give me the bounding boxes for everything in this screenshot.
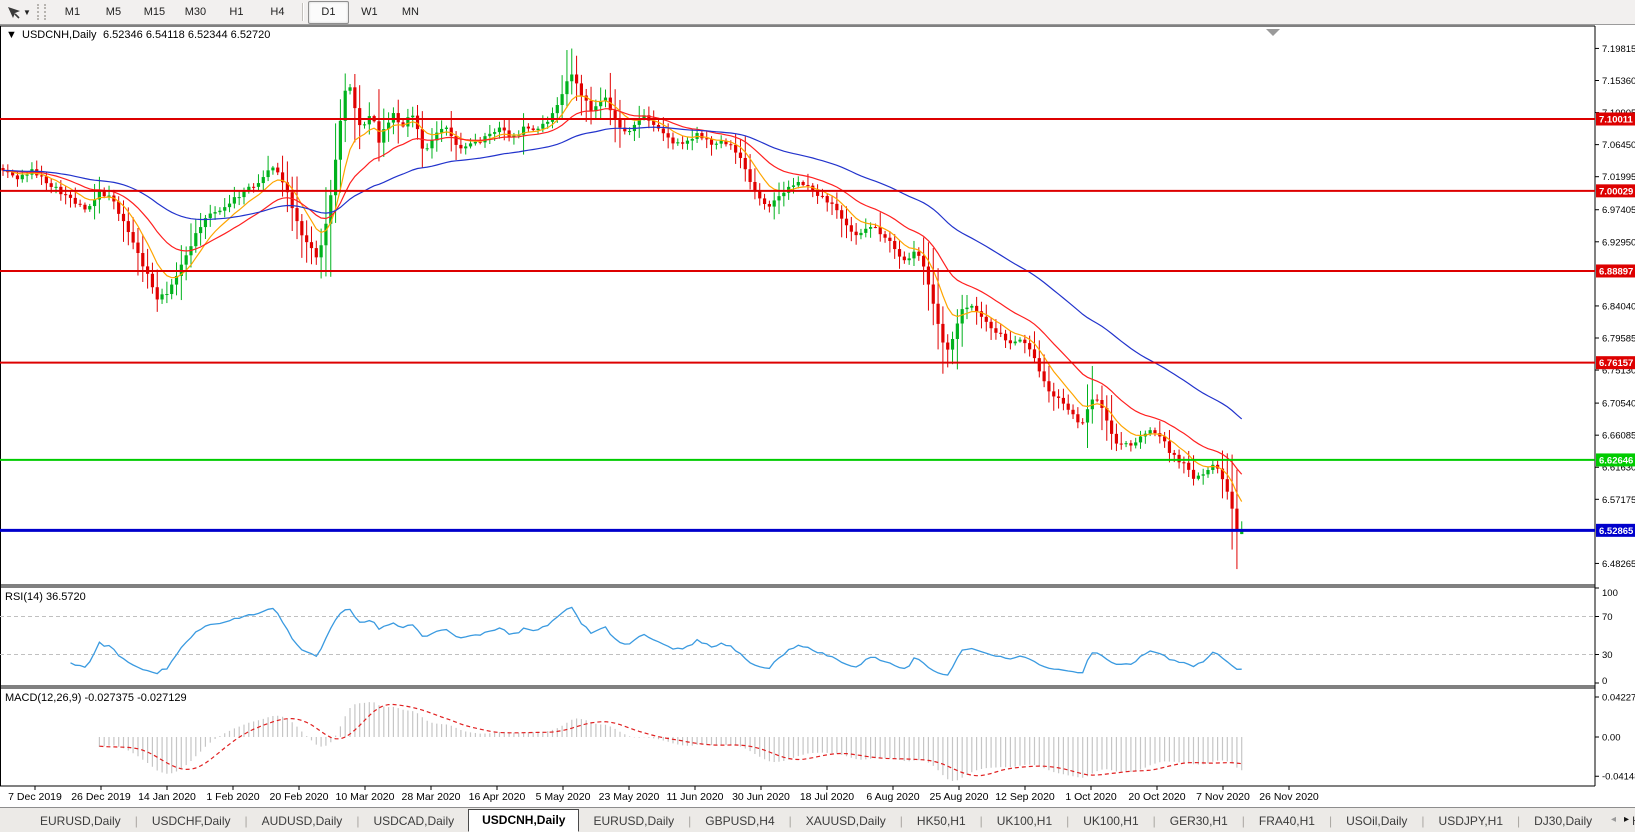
- date-tick-label: 7 Dec 2019: [8, 791, 62, 803]
- chart-tab-audusd-daily[interactable]: AUDUSD,Daily: [248, 810, 357, 832]
- date-tick-label: 30 Jun 2020: [732, 791, 790, 803]
- date-tick-label: 28 Mar 2020: [402, 791, 461, 803]
- date-tick-label: 26 Dec 2019: [71, 791, 131, 803]
- price-tick-label: 6.92950: [1602, 237, 1635, 248]
- tab-scroll-left-icon[interactable]: ◂: [1611, 815, 1616, 825]
- date-tick-label: 18 Jul 2020: [800, 791, 854, 803]
- date-tick-label: 12 Sep 2020: [995, 791, 1055, 803]
- date-axis[interactable]: 7 Dec 2019 26 Dec 2019 14 Jan 2020 1 Feb 20…: [8, 786, 1319, 803]
- date-tick-label: 10 Mar 2020: [336, 791, 395, 803]
- chart-title-symbol: USDCNH,Daily: [22, 29, 97, 41]
- timeframe-button-m1[interactable]: M1: [52, 1, 93, 24]
- macd-tick-label: 0.042275: [1602, 692, 1635, 703]
- price-level-badge: 6.88897: [1599, 266, 1633, 277]
- price-tick-label: 7.19815: [1602, 44, 1635, 55]
- chevron-down-icon[interactable]: ▼: [23, 8, 31, 17]
- date-tick-label: 14 Jan 2020: [138, 791, 196, 803]
- date-tick-label: 20 Oct 2020: [1128, 791, 1185, 803]
- date-tick-label: 23 May 2020: [599, 791, 660, 803]
- price-level-badge: 6.76157: [1599, 358, 1633, 369]
- moving-average-lines: [3, 96, 1242, 502]
- price-level-badge: 7.00029: [1599, 186, 1633, 197]
- price-tick-label: 6.48265: [1602, 559, 1635, 570]
- price-tick-label: 6.57175: [1602, 495, 1635, 506]
- macd-tick-label: -0.04148: [1602, 772, 1635, 783]
- chart-tab-usdcnh-daily[interactable]: USDCNH,Daily: [468, 809, 579, 832]
- date-tick-label: 26 Nov 2020: [1259, 791, 1319, 803]
- chart-shift-marker[interactable]: [1266, 29, 1280, 36]
- chart-tab-hk50-h1[interactable]: HK50,H1: [903, 810, 980, 832]
- chart-tab-uk100-h1[interactable]: UK100,H1: [1069, 810, 1152, 832]
- price-tick-label: 7.15360: [1602, 76, 1635, 87]
- timeframe-button-h1[interactable]: H1: [216, 1, 257, 24]
- date-tick-label: 16 Apr 2020: [469, 791, 526, 803]
- price-tick-label: 7.01995: [1602, 172, 1635, 183]
- timeframe-button-m15[interactable]: M15: [134, 1, 175, 24]
- timeframe-button-d1[interactable]: D1: [308, 1, 349, 24]
- price-tick-label: 7.06450: [1602, 140, 1635, 151]
- chart-tab-eurusd-daily[interactable]: EURUSD,Daily: [26, 810, 135, 832]
- tab-scroll-right-icon[interactable]: ▸: [1624, 815, 1629, 825]
- timeframe-button-m30[interactable]: M30: [175, 1, 216, 24]
- price-tick-label: 6.79585: [1602, 333, 1635, 344]
- date-tick-label: 1 Oct 2020: [1065, 791, 1117, 803]
- chart-tab-usoil-daily[interactable]: USOil,Daily: [1332, 810, 1421, 832]
- chart-tab-fra40-h1[interactable]: FRA40,H1: [1245, 810, 1329, 832]
- rsi-tick-label: 30: [1602, 650, 1613, 661]
- macd-tick-label: 0.00: [1602, 733, 1621, 744]
- price-tick-label: 6.84040: [1602, 301, 1635, 312]
- tab-scroll-controls: ◂ ▸: [1607, 808, 1633, 832]
- chart-tab-uk100-h1[interactable]: UK100,H1: [983, 810, 1066, 832]
- timeframe-button-h4[interactable]: H4: [257, 1, 298, 24]
- price-level-badge: 6.62646: [1599, 455, 1633, 466]
- rsi-panel: 100 70 30 0: [0, 588, 1618, 687]
- toolbar-grip-handle[interactable]: [37, 4, 46, 20]
- price-tick-label: 6.97405: [1602, 205, 1635, 216]
- date-tick-label: 11 Jun 2020: [666, 791, 723, 803]
- toolbar: ▼ M1M5M15M30H1H4 D1W1MN: [0, 0, 1635, 25]
- price-tick-label: 6.70540: [1602, 399, 1635, 410]
- macd-label: MACD(12,26,9) -0.027375 -0.027129: [5, 692, 187, 704]
- price-tick-label: 6.66085: [1602, 431, 1635, 442]
- chart-tab-xauusd-daily[interactable]: XAUUSD,Daily: [792, 810, 900, 832]
- rsi-tick-label: 70: [1602, 612, 1613, 623]
- chart-tab-dj30-daily[interactable]: DJ30,Daily: [1520, 810, 1606, 832]
- chart-tab-bar: EURUSD,Daily|USDCHF,Daily|AUDUSD,Daily|U…: [0, 807, 1635, 832]
- price-level-badge: 7.10011: [1599, 114, 1634, 125]
- chart-tab-usdcad-daily[interactable]: USDCAD,Daily: [359, 810, 468, 832]
- macd-panel: 0.042275 0.00 -0.04148: [99, 692, 1635, 782]
- rsi-tick-label: 100: [1602, 588, 1618, 599]
- horizontal-level-lines[interactable]: [0, 119, 1595, 530]
- timeframe-button-m5[interactable]: M5: [93, 1, 134, 24]
- date-tick-label: 20 Feb 2020: [270, 791, 329, 803]
- chart-tab-usdchf-daily[interactable]: USDCHF,Daily: [138, 810, 245, 832]
- price-level-badge: 6.52865: [1599, 526, 1634, 537]
- chart-region[interactable]: ▼ USDCNH,Daily 6.52346 6.54118 6.52344 6…: [0, 25, 1635, 807]
- date-tick-label: 6 Aug 2020: [866, 791, 919, 803]
- timeframe-button-mn[interactable]: MN: [390, 1, 431, 24]
- timeframe-button-w1[interactable]: W1: [349, 1, 390, 24]
- tab-strip: EURUSD,Daily|USDCHF,Daily|AUDUSD,Daily|U…: [0, 809, 1635, 832]
- toolbar-separator: [302, 3, 304, 21]
- rsi-tick-label: 0: [1602, 676, 1607, 687]
- chart-frame: [0, 26, 1595, 786]
- chart-tab-gbpusd-h4[interactable]: GBPUSD,H4: [691, 810, 788, 832]
- chart-cursor-icon[interactable]: [3, 3, 23, 21]
- date-tick-label: 1 Feb 2020: [206, 791, 259, 803]
- date-tick-label: 5 May 2020: [536, 791, 591, 803]
- price-axis[interactable]: 7.198157.153607.109057.064507.019956.974…: [1595, 44, 1635, 570]
- date-tick-label: 25 Aug 2020: [930, 791, 989, 803]
- date-tick-label: 7 Nov 2020: [1196, 791, 1250, 803]
- rsi-label: RSI(14) 36.5720: [5, 591, 86, 603]
- chart-title-ohlc: 6.52346 6.54118 6.52344 6.52720: [103, 29, 270, 41]
- chart-tab-eurusd-daily[interactable]: EURUSD,Daily: [579, 810, 688, 832]
- chart-collapse-icon[interactable]: ▼: [6, 29, 17, 41]
- chart-tab-usdjpy-h1[interactable]: USDJPY,H1: [1425, 810, 1517, 832]
- chart-tab-ger30-h1[interactable]: GER30,H1: [1156, 810, 1242, 832]
- candlestick-series: [1, 49, 1243, 570]
